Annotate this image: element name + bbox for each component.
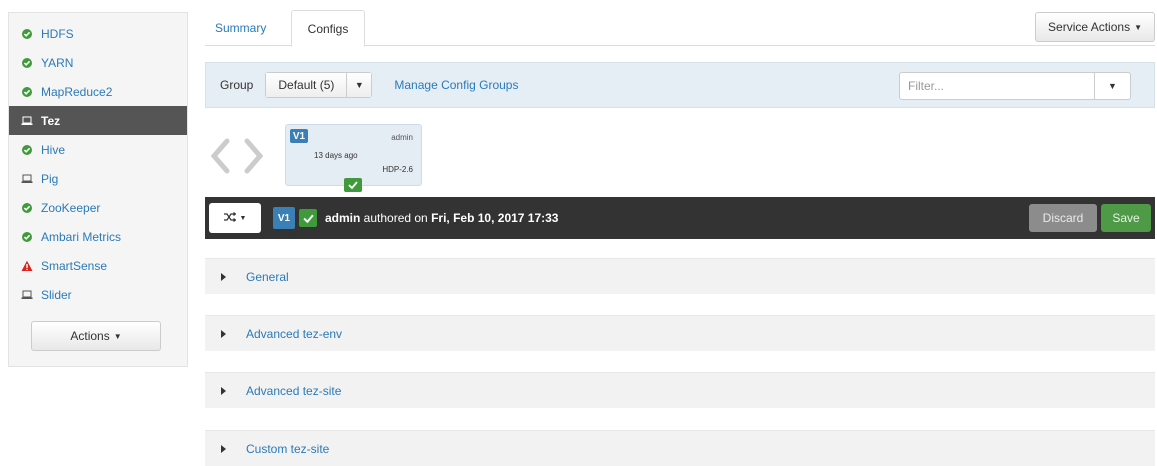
service-item-yarn[interactable]: YARN [9, 48, 187, 77]
caret-right-icon [221, 444, 231, 453]
version-nav [205, 136, 275, 176]
section-advanced-tez-site[interactable]: Advanced tez-site [205, 372, 1155, 408]
status-ok-icon [21, 57, 33, 69]
version-badge: V1 [273, 207, 295, 229]
version-date: Fri, Feb 10, 2017 17:33 [431, 211, 559, 225]
actions-button[interactable]: Actions ▼ [31, 321, 161, 351]
status-ok-icon [21, 28, 33, 40]
service-item-tez[interactable]: Tez [9, 106, 187, 135]
actions-wrapper: Actions ▼ [9, 309, 187, 351]
status-ok-icon [21, 86, 33, 98]
version-authored-info: admin authored on Fri, Feb 10, 2017 17:3… [325, 211, 558, 225]
service-label: SmartSense [41, 258, 108, 273]
version-info-bar: ▼ V1 admin authored on Fri, Feb 10, 2017… [205, 197, 1155, 239]
manage-config-groups-link[interactable]: Manage Config Groups [394, 78, 518, 92]
section-title: General [246, 269, 289, 284]
service-item-zookeeper[interactable]: ZooKeeper [9, 193, 187, 222]
service-item-slider[interactable]: Slider [9, 280, 187, 309]
service-item-smartsense[interactable]: SmartSense [9, 251, 187, 280]
version-time: 13 days ago [314, 151, 358, 160]
version-card[interactable]: V1 admin 13 days ago HDP-2.6 [285, 124, 422, 192]
version-author: admin [391, 133, 413, 142]
tab-configs[interactable]: Configs [291, 10, 365, 47]
group-label: Group [220, 78, 254, 92]
warning-icon [21, 260, 33, 272]
service-item-mapreduce2[interactable]: MapReduce2 [9, 77, 187, 106]
service-label: Pig [41, 171, 59, 186]
caret-down-icon: ▼ [1134, 22, 1142, 32]
caret-right-icon [221, 329, 231, 338]
authored-on-text: authored on [360, 211, 432, 225]
filter-box: ▼ [899, 72, 1131, 100]
tab-summary[interactable]: Summary [205, 10, 276, 46]
compare-versions-button[interactable]: ▼ [209, 203, 261, 233]
save-button[interactable]: Save [1101, 204, 1151, 232]
status-ok-icon [21, 231, 33, 243]
service-item-hive[interactable]: Hive [9, 135, 187, 164]
shuffle-icon [223, 211, 236, 225]
service-item-ambari-metrics[interactable]: Ambari Metrics [9, 222, 187, 251]
section-title: Advanced tez-env [246, 326, 343, 341]
caret-down-icon: ▼ [239, 214, 247, 222]
section-general[interactable]: General [205, 258, 1155, 294]
service-label: MapReduce2 [41, 84, 113, 99]
service-actions-button[interactable]: Service Actions ▼ [1035, 12, 1155, 42]
filter-input[interactable] [900, 73, 1094, 99]
service-tabs: Summary Configs Service Actions ▼ [205, 10, 1155, 47]
main-content: Summary Configs Service Actions ▼ Group … [205, 0, 1157, 466]
laptop-icon [21, 289, 33, 301]
laptop-icon [21, 115, 33, 127]
config-group-bar: Group Default (5) ▼ Manage Config Groups… [205, 62, 1155, 108]
version-stack: HDP-2.6 [382, 165, 413, 174]
caret-down-icon: ▼ [113, 331, 122, 341]
discard-button[interactable]: Discard [1029, 204, 1097, 232]
section-title: Custom tez-site [246, 441, 330, 456]
service-label: HDFS [41, 26, 74, 41]
service-item-pig[interactable]: Pig [9, 164, 187, 193]
config-group-value: Default (5) [266, 73, 348, 97]
section-title: Advanced tez-site [246, 383, 342, 398]
service-list: HDFS YARN MapReduce2 Tez Hive Pig ZooKee… [9, 13, 187, 309]
service-actions-label: Service Actions [1048, 20, 1131, 34]
actions-label: Actions [70, 329, 110, 343]
current-check-icon [344, 178, 362, 192]
status-ok-icon [21, 144, 33, 156]
current-check-icon [299, 209, 317, 227]
status-ok-icon [21, 202, 33, 214]
version-badge: V1 [290, 129, 308, 143]
section-custom-tez-site[interactable]: Custom tez-site [205, 430, 1155, 466]
chevron-right-icon[interactable] [239, 136, 269, 176]
version-author: admin [325, 211, 361, 225]
tab-configs-label: Configs [307, 21, 349, 36]
service-item-hdfs[interactable]: HDFS [9, 19, 187, 48]
service-label: Tez [41, 113, 61, 128]
service-label: Slider [41, 287, 72, 302]
section-advanced-tez-env[interactable]: Advanced tez-env [205, 315, 1155, 351]
service-label: Hive [41, 142, 66, 157]
laptop-icon [21, 173, 33, 185]
filter-dropdown-caret-icon[interactable]: ▼ [1094, 73, 1130, 99]
caret-down-icon[interactable]: ▼ [347, 73, 372, 97]
services-sidebar: HDFS YARN MapReduce2 Tez Hive Pig ZooKee… [8, 12, 188, 367]
service-label: YARN [41, 55, 74, 70]
caret-right-icon [221, 386, 231, 395]
chevron-left-icon[interactable] [205, 136, 235, 176]
service-label: Ambari Metrics [41, 229, 122, 244]
config-group-dropdown[interactable]: Default (5) ▼ [265, 72, 373, 98]
caret-right-icon [221, 272, 231, 281]
tab-summary-label: Summary [215, 21, 267, 35]
service-label: ZooKeeper [41, 200, 101, 215]
